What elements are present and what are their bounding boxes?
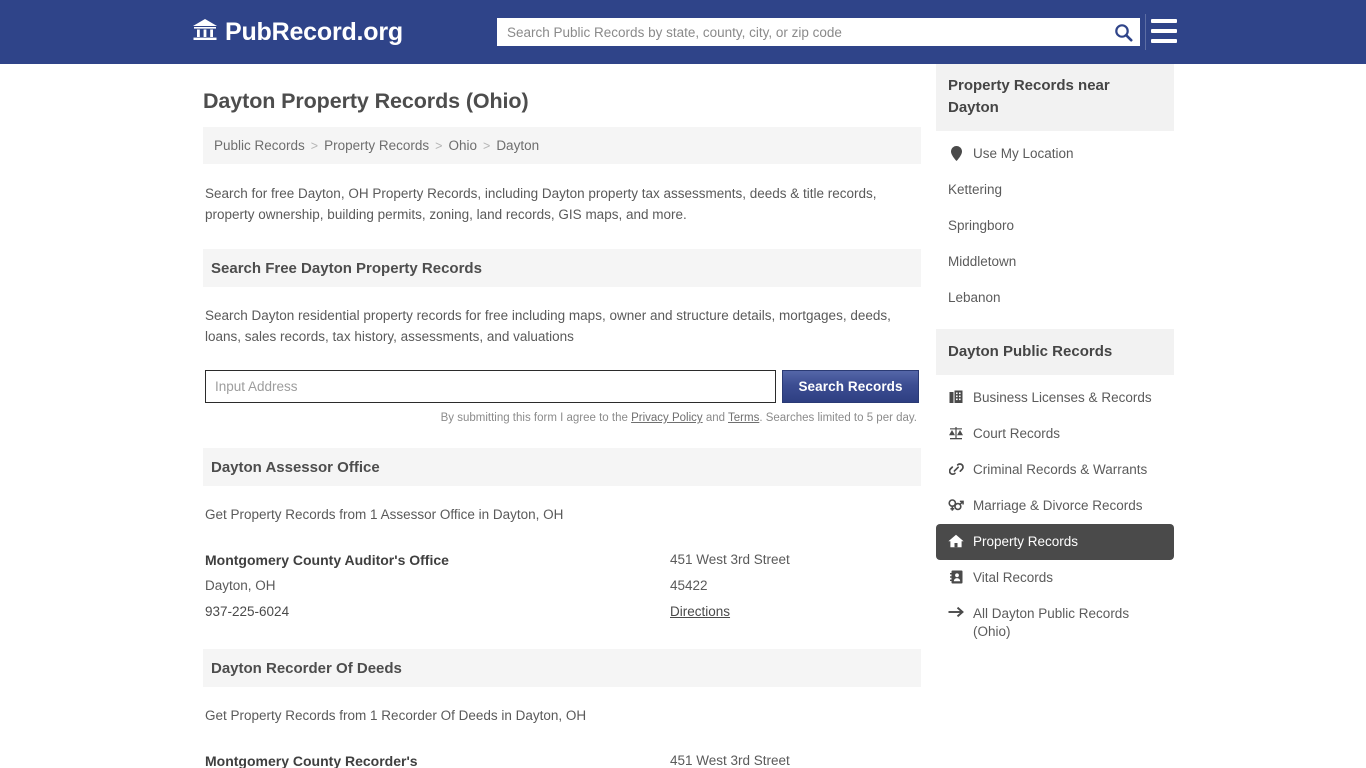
sidebar-item-label: Criminal Records & Warrants	[973, 462, 1148, 477]
main-content: Dayton Property Records (Ohio) Public Re…	[203, 64, 921, 768]
office-street: 451 West 3rd Street	[670, 753, 790, 768]
recorder-section-heading: Dayton Recorder Of Deeds	[203, 649, 921, 687]
sidebar-item-label: Lebanon	[948, 290, 1001, 305]
office-left-column: Montgomery County Auditor's Office Dayto…	[205, 547, 670, 625]
breadcrumb-separator: >	[310, 138, 319, 153]
briefcase-building-icon	[948, 390, 964, 404]
hamburger-bar	[1151, 19, 1177, 23]
disclaimer-suffix: . Searches limited to 5 per day.	[759, 412, 917, 424]
breadcrumb-item-public-records[interactable]: Public Records	[211, 138, 308, 153]
disclaimer-mid: and	[702, 412, 729, 424]
page-container: Dayton Property Records (Ohio) Public Re…	[0, 64, 1366, 768]
search-records-section: Search Free Dayton Property Records Sear…	[203, 249, 921, 424]
home-icon	[948, 534, 964, 548]
hamburger-bar	[1151, 39, 1177, 43]
office-entry: Montgomery County Auditor's Office Dayto…	[205, 547, 919, 625]
hamburger-menu-icon[interactable]	[1151, 19, 1177, 43]
venus-mars-icon	[948, 498, 964, 512]
sidebar-item-springboro[interactable]: Springboro	[936, 208, 1174, 244]
assessor-section-description: Get Property Records from 1 Assessor Off…	[205, 507, 564, 522]
site-logo-link[interactable]: PubRecord.org	[192, 18, 403, 47]
sidebar-item-middletown[interactable]: Middletown	[936, 244, 1174, 280]
sidebar-item-label: Use My Location	[973, 146, 1074, 161]
breadcrumb-separator: >	[483, 138, 491, 153]
breadcrumb-item-property-records[interactable]: Property Records	[321, 138, 432, 153]
chain-link-icon	[948, 462, 964, 476]
sidebar-item-use-my-location[interactable]: Use My Location	[936, 136, 1174, 172]
breadcrumb-item-ohio[interactable]: Ohio	[445, 138, 480, 153]
sidebar-item-label: Court Records	[973, 426, 1061, 441]
site-header: PubRecord.org	[0, 0, 1366, 64]
sidebar-item-kettering[interactable]: Kettering	[936, 172, 1174, 208]
office-entry: Montgomery County Recorder's Dayton, OH …	[205, 748, 919, 768]
sidebar-item-court-records[interactable]: Court Records	[936, 416, 1174, 452]
office-directions-link[interactable]: Directions	[670, 604, 730, 619]
site-logo-text: PubRecord.org	[225, 17, 403, 46]
privacy-policy-link[interactable]: Privacy Policy	[631, 412, 703, 424]
public-records-panel: Dayton Public Records Business Licenses …	[936, 329, 1174, 650]
sidebar-item-marriage-divorce[interactable]: Marriage & Divorce Records	[936, 488, 1174, 524]
breadcrumb-item-dayton: Dayton	[496, 138, 540, 153]
sidebar-item-label: Vital Records	[973, 570, 1054, 585]
scales-of-justice-icon	[948, 426, 964, 440]
header-search-box[interactable]	[497, 18, 1140, 46]
recorder-of-deeds-section: Dayton Recorder Of Deeds Get Property Re…	[203, 649, 921, 768]
public-records-list: Business Licenses & Records Court Record…	[936, 375, 1174, 650]
sidebar-item-lebanon[interactable]: Lebanon	[936, 280, 1174, 316]
sidebar-item-business-licenses[interactable]: Business Licenses & Records	[936, 380, 1174, 416]
office-city-state: Dayton, OH	[205, 578, 276, 593]
header-search-button[interactable]	[1106, 18, 1140, 46]
recorder-section-description: Get Property Records from 1 Recorder Of …	[205, 708, 587, 723]
address-book-icon	[948, 570, 964, 584]
sidebar-item-vital-records[interactable]: Vital Records	[936, 560, 1174, 596]
sidebar-item-label: Marriage & Divorce Records	[973, 498, 1143, 513]
header-divider	[1145, 14, 1146, 50]
arrow-right-icon	[948, 606, 964, 618]
sidebar-item-criminal-records[interactable]: Criminal Records & Warrants	[936, 452, 1174, 488]
header-search-input[interactable]	[497, 19, 1106, 45]
search-section-heading: Search Free Dayton Property Records	[203, 249, 921, 287]
office-right-column: 451 West 3rd Street 45422 Directions	[670, 748, 919, 768]
office-name: Montgomery County Recorder's	[205, 753, 418, 768]
office-street: 451 West 3rd Street	[670, 552, 790, 567]
sidebar-item-label: Springboro	[948, 218, 1015, 233]
sidebar-item-label: Business Licenses & Records	[973, 390, 1152, 405]
disclaimer-prefix: By submitting this form I agree to the	[440, 412, 632, 424]
page-intro-text: Search for free Dayton, OH Property Reco…	[205, 186, 877, 222]
search-disclaimer: By submitting this form I agree to the P…	[205, 412, 919, 424]
address-search-form: Search Records	[205, 370, 919, 403]
sidebar: Property Records near Dayton Use My Loca…	[936, 64, 1174, 768]
bank-building-icon	[192, 18, 218, 46]
office-name: Montgomery County Auditor's Office	[205, 552, 449, 568]
map-pin-icon	[948, 146, 964, 161]
assessor-section-heading: Dayton Assessor Office	[203, 448, 921, 486]
office-zip: 45422	[670, 578, 708, 593]
assessor-office-section: Dayton Assessor Office Get Property Reco…	[203, 448, 921, 625]
sidebar-item-label: Kettering	[948, 182, 1003, 197]
sidebar-item-label: All Dayton Public Records (Ohio)	[973, 606, 1130, 639]
office-right-column: 451 West 3rd Street 45422 Directions	[670, 547, 919, 625]
breadcrumb-separator: >	[435, 138, 443, 153]
search-section-description: Search Dayton residential property recor…	[205, 308, 891, 344]
nearby-records-heading: Property Records near Dayton	[936, 64, 1174, 131]
address-search-input[interactable]	[205, 370, 777, 403]
hamburger-bar	[1151, 29, 1177, 33]
public-records-heading: Dayton Public Records	[936, 329, 1174, 375]
office-phone: 937-225-6024	[205, 604, 290, 619]
sidebar-item-all-public-records[interactable]: All Dayton Public Records (Ohio)	[936, 596, 1174, 650]
nearby-records-panel: Property Records near Dayton Use My Loca…	[936, 64, 1174, 316]
page-title: Dayton Property Records (Ohio)	[203, 89, 529, 113]
office-left-column: Montgomery County Recorder's Dayton, OH …	[205, 748, 670, 768]
search-icon	[1114, 23, 1133, 42]
nearby-records-list: Use My Location Kettering Springboro Mid…	[936, 131, 1174, 316]
terms-link[interactable]: Terms	[728, 412, 759, 424]
search-records-button[interactable]: Search Records	[782, 370, 919, 403]
sidebar-item-property-records[interactable]: Property Records	[936, 524, 1174, 560]
sidebar-item-label: Middletown	[948, 254, 1017, 269]
sidebar-item-label: Property Records	[973, 534, 1079, 549]
breadcrumb: Public Records > Property Records > Ohio…	[203, 127, 921, 164]
